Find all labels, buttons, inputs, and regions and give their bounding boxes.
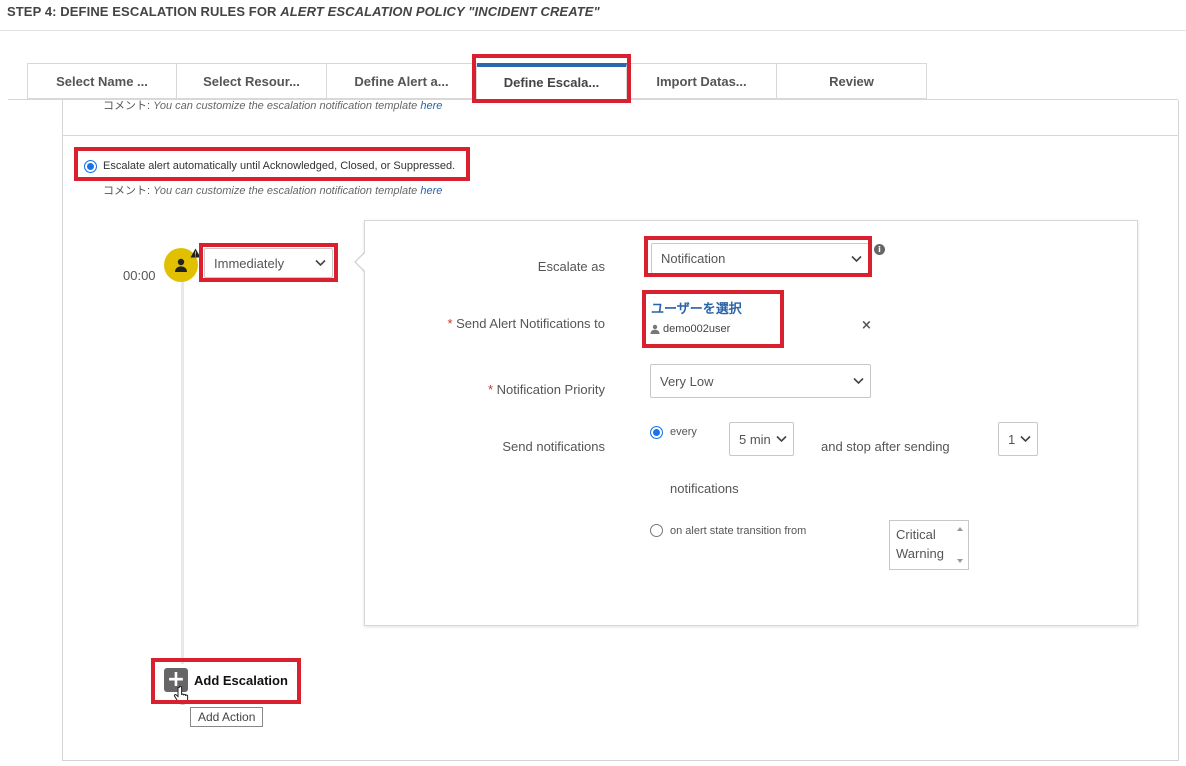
highlight-escalate-as (644, 236, 872, 277)
interval-select[interactable]: 5 min (729, 422, 794, 456)
chevron-down-icon (776, 435, 787, 443)
comment-prefix: コメント: (103, 100, 154, 112)
add-action-tooltip: Add Action (190, 707, 264, 727)
comment-text: You can customize the escalation notific… (153, 185, 421, 197)
comment-prefix: コメント: (103, 185, 154, 197)
highlight-send-to (642, 290, 784, 348)
user-icon (175, 258, 187, 272)
stop-after-label: and stop after sending (821, 439, 950, 454)
transition-radio[interactable] (650, 524, 663, 537)
state-option[interactable]: Warning (896, 544, 962, 563)
customize-template-link[interactable]: here (420, 185, 442, 197)
panel-notch-inner (356, 252, 366, 272)
info-icon[interactable]: i (874, 244, 885, 255)
remove-user-button[interactable]: × (861, 318, 872, 333)
tab-select-name[interactable]: Select Name ... (27, 63, 177, 99)
every-radio[interactable] (650, 426, 663, 439)
chevron-down-icon (853, 377, 864, 385)
transition-label: on alert state transition from (670, 525, 807, 537)
escalation-time: 00:00 (123, 268, 156, 283)
chevron-down-icon (1020, 435, 1031, 443)
frame-divider (62, 135, 1179, 136)
timeline-line (181, 280, 184, 664)
highlight-escalation-tab (472, 54, 631, 103)
tab-select-resources[interactable]: Select Resour... (177, 63, 327, 99)
title-divider (0, 30, 1186, 31)
page-title: STEP 4: DEFINE ESCALATION RULES FOR ALER… (7, 4, 600, 19)
escalate-as-label: Escalate as (537, 259, 605, 274)
tab-define-alert[interactable]: Define Alert a... (327, 63, 477, 99)
interval-value: 5 min (739, 431, 771, 447)
notification-count-select[interactable]: 1 (998, 422, 1038, 456)
priority-label: * Notification Priority (487, 382, 605, 397)
state-option[interactable]: Critical (896, 525, 962, 544)
send-notifications-label: Send notifications (502, 439, 605, 454)
tab-import-datasource[interactable]: Import Datas... (627, 63, 777, 99)
priority-select[interactable]: Very Low (650, 364, 871, 398)
tab-review[interactable]: Review (777, 63, 927, 99)
count-value: 1 (1008, 431, 1016, 447)
customize-template-link[interactable]: here (420, 100, 442, 112)
scrollbar-arrows[interactable] (955, 524, 965, 566)
user-warning-avatar (164, 248, 201, 282)
highlight-escalate-auto (74, 147, 470, 181)
comment-text: You can customize the escalation notific… (153, 100, 421, 112)
alert-states-list[interactable]: Critical Warning (889, 520, 969, 570)
send-to-label: * Send Alert Notifications to (447, 316, 605, 331)
notifications-label: notifications (670, 481, 739, 496)
highlight-delay-select (199, 243, 338, 282)
priority-value: Very Low (660, 373, 714, 389)
every-label: every (670, 426, 697, 438)
template-comment: コメント: You can customize the escalation n… (103, 97, 442, 113)
highlight-add-escalation (151, 658, 301, 704)
template-comment: コメント: You can customize the escalation n… (103, 182, 442, 198)
